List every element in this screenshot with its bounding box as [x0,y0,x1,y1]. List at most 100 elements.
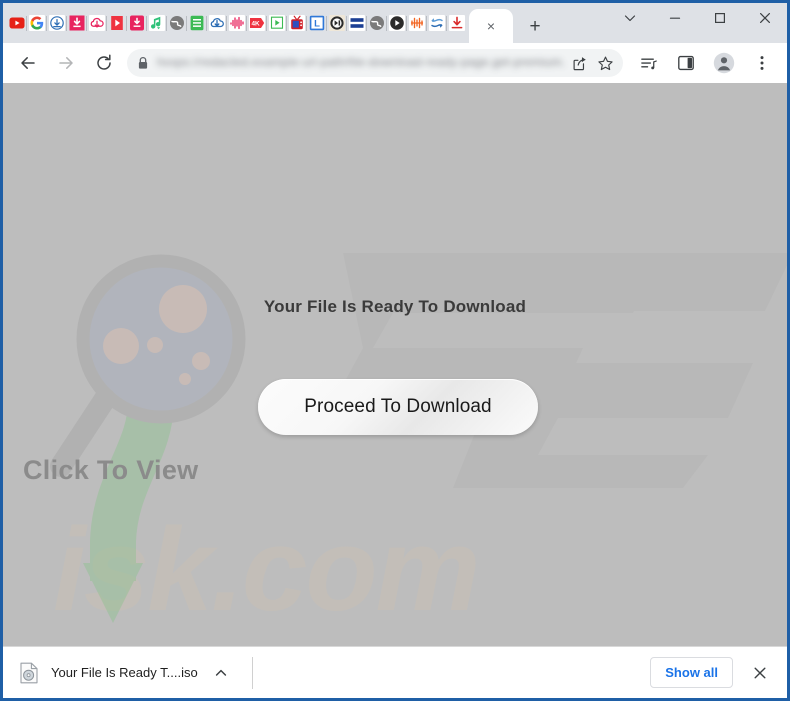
arrow-left-icon [21,57,35,69]
close-window-button[interactable] [742,3,787,33]
two-bars-icon [349,15,365,31]
reload-icon [97,54,111,70]
browser-window: 4K L × + hxxps://redacted.example-url-pa… [0,0,790,701]
pinned-tab-music-1[interactable] [147,9,167,37]
arrow-right-icon [59,57,73,69]
pinned-tab-tv-1[interactable] [287,9,307,37]
sound-wave-icon [409,15,425,31]
menu-button[interactable] [748,49,776,77]
letter-l-icon: L [309,15,325,31]
download-box-icon [69,15,85,31]
pinned-tab-converter-1[interactable] [347,9,367,37]
pc-logo-watermark [333,253,787,488]
pinned-tab-notes-1[interactable] [187,9,207,37]
download-item[interactable]: Your File Is Ready T....iso [13,654,234,692]
list-doc-icon [190,15,204,31]
profile-button[interactable] [710,49,738,77]
pinned-tab-downloader-5[interactable] [207,9,227,37]
globe-gray-icon [370,16,384,30]
pinned-tab-converter-2[interactable] [427,9,447,37]
forward-button[interactable] [52,49,80,77]
active-tab[interactable]: × [469,9,513,43]
waveform-icon [229,15,245,31]
brand-watermark: isk.com [53,504,480,636]
google-g-icon [29,15,45,31]
pinned-tab-browser-2[interactable] [367,9,387,37]
close-icon [759,13,770,23]
page-title: Your File Is Ready To Download [263,297,527,316]
address-bar-url-text: hxxps://redacted.example-url-path/file-d… [157,57,565,69]
download-underline-icon [449,15,465,31]
cloud-download-icon [49,15,65,31]
youtube-icon [9,17,25,29]
media-list-button[interactable] [634,49,662,77]
browser-toolbar: hxxps://redacted.example-url-path/file-d… [3,43,787,83]
click-to-view-watermark: Click To View [23,455,199,485]
maximize-button[interactable] [697,3,742,33]
pinned-tab-downloader-6[interactable] [447,9,467,37]
minimize-button[interactable] [652,3,697,33]
pinned-tab-player-3[interactable] [387,9,407,37]
tab-search-button[interactable] [607,3,652,33]
side-panel-icon [678,55,694,71]
music-note-icon [149,15,165,31]
play-square-icon [111,16,123,30]
pinned-tab-browser-1[interactable] [167,9,187,37]
lock-icon[interactable] [137,56,149,70]
chevron-up-icon[interactable] [214,666,228,680]
chevron-down-icon [624,15,635,22]
play-circle-icon [389,15,405,31]
bookmark-button[interactable] [593,51,617,75]
pinned-tab-audio-1[interactable] [227,9,247,37]
pinned-tab-audio-2[interactable] [407,9,427,37]
shelf-separator [251,656,253,689]
star-icon [597,56,613,70]
pinned-tab-player-2[interactable] [267,9,287,37]
download-box-icon [130,15,144,31]
address-bar-url: hxxps://redacted.example-url-path/file-d… [157,58,565,69]
disc-file-icon [19,662,39,684]
pinned-tab-lightshot[interactable]: L [307,9,327,37]
proceed-to-download-button[interactable]: Proceed To Download [258,379,538,435]
pinned-tab-downloader-2[interactable] [67,9,87,37]
share-button[interactable] [567,51,591,75]
close-icon [754,667,766,678]
pinned-tab-media-1[interactable] [327,9,347,37]
pinned-tab-youtube[interactable] [7,9,27,37]
download-file-name: Your File Is Ready T....iso [51,665,198,680]
pinned-tab-downloader-3[interactable] [87,9,107,37]
pinned-tab-video-4k[interactable]: 4K [247,9,267,37]
pinned-tab-video-player-1[interactable] [107,9,127,37]
pinned-tab-downloader-1[interactable] [47,9,67,37]
pinned-tab-google[interactable] [27,9,47,37]
refresh-arrows-icon [429,15,445,31]
globe-gray-icon [170,16,184,30]
tab-strip: 4K L × + [3,3,787,43]
reload-button[interactable] [90,49,118,77]
side-panel-button[interactable] [672,49,700,77]
person-avatar-icon [713,52,735,74]
svg-text:isk.com: isk.com [53,504,478,636]
4k-video-icon: 4K [249,15,265,31]
play-outline-icon [269,15,285,31]
cloud-arrow-icon [89,15,105,31]
close-shelf-button[interactable] [747,660,773,686]
address-bar[interactable]: hxxps://redacted.example-url-path/file-d… [127,49,623,77]
pinned-tab-downloader-4[interactable] [127,9,147,37]
tab-close-icon[interactable]: × [482,17,500,35]
maximize-icon [714,13,725,24]
tv-icon [289,15,305,31]
download-shelf: Your File Is Ready T....iso Show all [3,646,787,698]
playlist-icon [640,58,657,69]
show-all-downloads-button[interactable]: Show all [650,657,733,688]
new-tab-button[interactable]: + [521,12,549,40]
window-controls [607,3,787,33]
minimize-icon [669,17,680,19]
pause-circle-icon [329,15,345,31]
svg-text:4K: 4K [252,20,261,27]
svg-text:L: L [314,19,320,30]
three-dots-vertical-icon [760,56,764,70]
page-content: isk.com Click To View Your File Is Ready… [3,83,787,646]
back-button[interactable] [14,49,42,77]
pinned-tabs-container: 4K L [3,3,467,43]
